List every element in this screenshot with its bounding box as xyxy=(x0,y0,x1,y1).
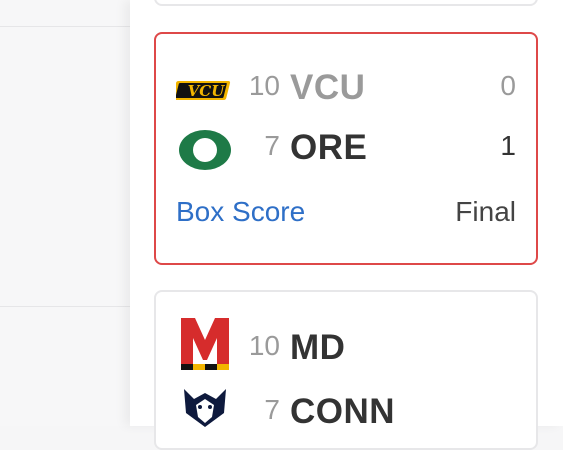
team-score: 1 xyxy=(500,130,516,161)
team-abbreviation: VCU xyxy=(290,68,366,107)
team-row-away: 7 CONN xyxy=(156,382,536,431)
maryland-logo-icon xyxy=(176,318,234,370)
team-row-away: 7 ORE 1 xyxy=(156,128,536,172)
team-rank: 10 xyxy=(248,330,280,361)
game-card-vcu-ore[interactable]: VCU 10 VCU 0 7 ORE 1 Box Score Final xyxy=(154,32,538,265)
team-rank: 7 xyxy=(264,130,280,161)
divider xyxy=(0,306,130,307)
team-abbreviation: CONN xyxy=(290,392,396,431)
divider xyxy=(0,26,130,27)
game-card-md-conn[interactable]: 10 MD 7 CONN xyxy=(154,290,538,450)
oregon-logo-icon xyxy=(176,128,234,172)
svg-text:VCU: VCU xyxy=(188,82,226,100)
scoreboard-panel: VCU 10 VCU 0 7 ORE 1 Box Score Final 10 … xyxy=(130,0,563,450)
game-card-previous[interactable] xyxy=(154,0,538,6)
team-row-home: VCU 10 VCU 0 xyxy=(156,68,536,112)
team-row-home: 10 MD xyxy=(156,318,536,370)
team-rank: 7 xyxy=(264,394,280,425)
box-score-link[interactable]: Box Score xyxy=(176,196,305,228)
vcu-logo-icon: VCU xyxy=(176,68,234,112)
team-abbreviation: ORE xyxy=(290,128,368,167)
team-score: 0 xyxy=(500,70,516,101)
team-rank: 10 xyxy=(248,70,280,101)
team-abbreviation: MD xyxy=(290,328,346,367)
left-panel xyxy=(0,0,130,426)
uconn-husky-logo-icon xyxy=(176,382,234,427)
game-status: Final xyxy=(455,196,516,227)
